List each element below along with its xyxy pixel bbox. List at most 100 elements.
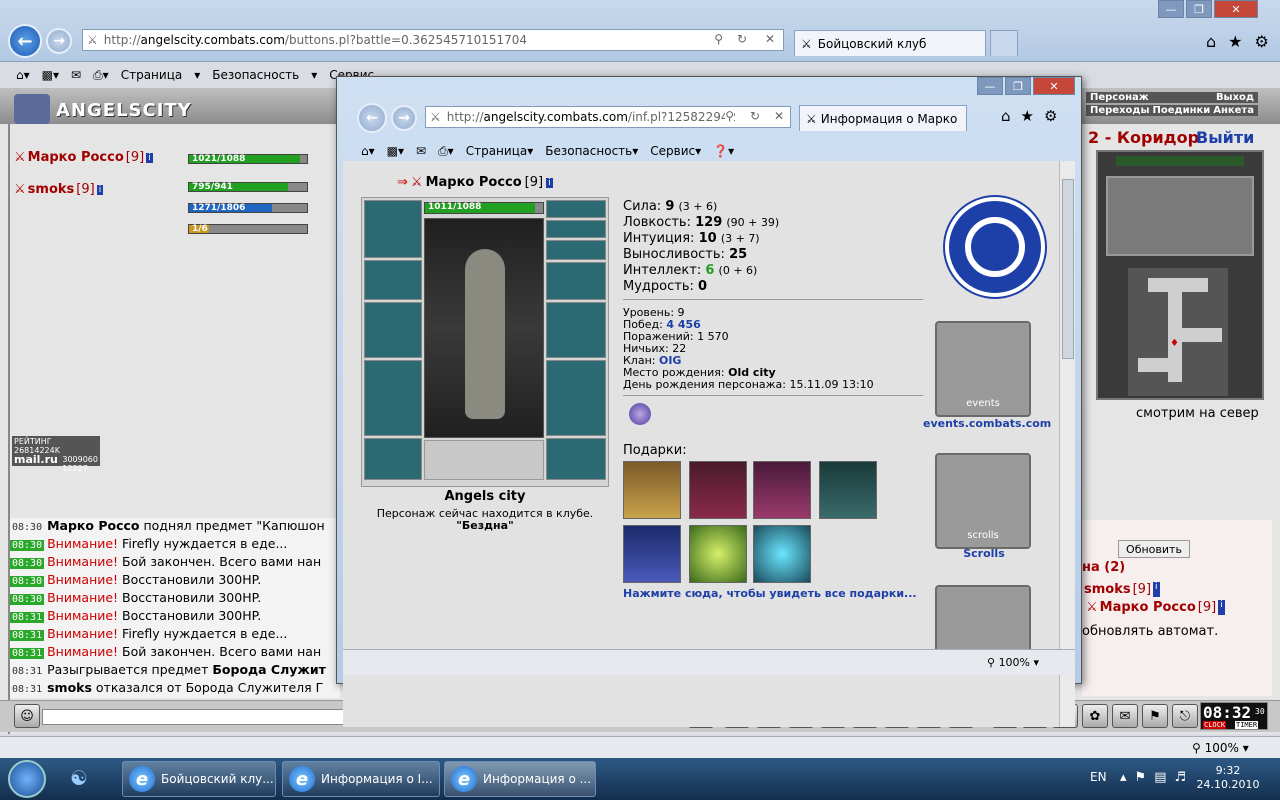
new-tab-button[interactable] [990, 30, 1018, 56]
armor-slot[interactable] [364, 360, 422, 436]
room-user-name[interactable]: Марко Россо [1100, 600, 1196, 615]
player-name[interactable]: smoks [28, 182, 75, 197]
search-icon[interactable]: ⚲ [714, 32, 723, 46]
popup-scrollbar[interactable] [1059, 161, 1075, 727]
gift-book-icon[interactable] [623, 461, 681, 519]
refresh-icon[interactable]: ↻ [737, 32, 747, 46]
popup-address-bar[interactable]: ⚔ http://angelscity.combats.com/inf.pl?1… [425, 106, 791, 128]
popup-minimize-button[interactable]: — [977, 77, 1003, 95]
flag-icon[interactable]: ⚑ [1142, 704, 1168, 728]
taskbar-button[interactable]: e Информация о ... [444, 761, 596, 797]
boots-slot[interactable] [546, 438, 606, 480]
chat-time[interactable]: 08:31 [10, 630, 45, 641]
popup-back-button[interactable]: ← [357, 103, 387, 133]
amulet-slot[interactable] [546, 220, 606, 238]
info-icon[interactable]: i [146, 152, 153, 163]
close-button[interactable]: ✕ [1214, 0, 1258, 18]
shield-slot[interactable] [546, 302, 606, 358]
info-icon[interactable]: i [1218, 600, 1225, 615]
taskbar-button[interactable]: e Информация о I... [282, 761, 440, 797]
print-icon[interactable]: ⎙▾ [93, 68, 109, 83]
popup-maximize-button[interactable]: ❐ [1005, 77, 1031, 95]
flag-icon[interactable]: ⚑ [1135, 770, 1147, 785]
back-button[interactable]: ← [8, 24, 42, 58]
chat-time[interactable]: 08:30 [10, 558, 45, 569]
events-link[interactable]: events.combats.com [923, 417, 1051, 430]
zoom-control[interactable]: ⚲ 100% ▾ [1192, 741, 1249, 755]
player-name[interactable]: Марко Россо [28, 150, 124, 165]
chat-time[interactable]: 08:30 [10, 594, 45, 605]
popup-menu-security[interactable]: Безопасность▾ [545, 144, 638, 158]
gift-book-icon[interactable] [689, 461, 747, 519]
mail-icon[interactable]: ✉ [1112, 704, 1138, 728]
home-icon[interactable]: ⌂ [1206, 32, 1216, 51]
print-icon[interactable]: ⎙▾ [438, 144, 454, 159]
chat-time[interactable]: 08:30 [10, 522, 44, 533]
gift-gem-icon[interactable] [689, 525, 747, 583]
chat-author[interactable]: smoks [47, 680, 92, 695]
popup-zoom-control[interactable]: ⚲ 100% ▾ [987, 656, 1039, 669]
popup-tab[interactable]: ⚔ Информация о Марко ... [799, 105, 967, 131]
favorites-icon[interactable]: ★ [1021, 107, 1034, 125]
rings-slot[interactable] [546, 240, 606, 260]
info-icon[interactable]: i [1153, 582, 1160, 597]
room-user-name[interactable]: smoks [1084, 582, 1131, 597]
home-icon[interactable]: ⌂▾ [16, 68, 30, 82]
volume-icon[interactable]: ♬ [1174, 770, 1186, 785]
bracers-slot[interactable] [364, 260, 422, 300]
tray-arrow-icon[interactable]: ▴ [1120, 770, 1127, 785]
magic-icon[interactable]: ✿ [1082, 704, 1108, 728]
taskbar-button[interactable]: e Бойцовский клу... [122, 761, 276, 797]
popup-stop-icon[interactable]: ✕ [774, 109, 784, 123]
popup-forward-button[interactable]: → [391, 105, 417, 131]
home-icon[interactable]: ⌂ [1001, 107, 1011, 125]
refresh-button[interactable]: Обновить [1118, 540, 1190, 558]
info-icon[interactable]: i [96, 184, 104, 195]
popup-menu-service[interactable]: Сервис▾ [650, 144, 701, 158]
help-icon[interactable]: ❓▾ [713, 144, 734, 158]
rss-icon[interactable]: ▩▾ [387, 144, 404, 158]
chat-time[interactable]: 08:30 [10, 540, 45, 551]
maximize-button[interactable]: ❐ [1186, 0, 1212, 18]
nav-fights[interactable]: Поединки [1152, 105, 1210, 116]
nav-character[interactable]: Персонаж [1090, 92, 1149, 103]
chat-time[interactable]: 08:31 [10, 612, 45, 623]
rss-icon[interactable]: ▩▾ [42, 68, 59, 82]
exit-link[interactable]: Выйти [1196, 128, 1254, 147]
chat-time[interactable]: 08:31 [10, 666, 44, 677]
chat-menu-icon[interactable]: ☺ [14, 704, 40, 728]
settings-gear-icon[interactable]: ⚙ [1044, 107, 1057, 125]
tab-combats[interactable]: ⚔ Бойцовский клуб [794, 30, 986, 56]
third-banner[interactable] [935, 585, 1031, 657]
scrolls-link[interactable]: Scrolls [923, 547, 1045, 560]
menu-security[interactable]: Безопасность [212, 68, 299, 82]
messenger-icon[interactable]: ☯ [70, 766, 104, 792]
events-banner[interactable]: events [935, 321, 1031, 417]
language-indicator[interactable]: EN [1090, 770, 1107, 784]
chat-author[interactable]: Марко Россо [47, 518, 139, 533]
minimize-button[interactable]: — [1158, 0, 1184, 18]
mail-icon[interactable]: ✉ [416, 144, 426, 158]
helmet-slot[interactable] [364, 200, 422, 258]
popup-menu-page[interactable]: Страница▾ [466, 144, 534, 158]
menu-page[interactable]: Страница [121, 68, 183, 82]
gift-book-icon[interactable] [623, 525, 681, 583]
gift-book-icon[interactable] [753, 461, 811, 519]
pants-slot[interactable] [546, 360, 606, 436]
belt-slot[interactable] [364, 438, 422, 480]
chat-time[interactable]: 08:31 [10, 648, 45, 659]
all-gifts-link[interactable]: Нажмите сюда, чтобы увидеть все подарки.… [623, 587, 917, 600]
chat-time[interactable]: 08:30 [10, 576, 45, 587]
alignment-icon[interactable] [629, 403, 651, 425]
forward-button[interactable]: → [46, 28, 72, 54]
exit-door-icon[interactable]: ⎋ [1172, 704, 1198, 728]
dungeon-3d-view[interactable] [1106, 176, 1254, 256]
nav-profile[interactable]: Анкета [1213, 105, 1254, 116]
clan-logo[interactable] [945, 197, 1045, 297]
stop-icon[interactable]: ✕ [765, 32, 775, 46]
gloves-slot[interactable] [546, 262, 606, 300]
favorites-icon[interactable]: ★ [1228, 32, 1242, 51]
dungeon-view[interactable]: ♦ [1096, 150, 1264, 400]
popup-refresh-icon[interactable]: ↻ [750, 109, 760, 123]
nav-exit[interactable]: Выход [1216, 92, 1254, 103]
